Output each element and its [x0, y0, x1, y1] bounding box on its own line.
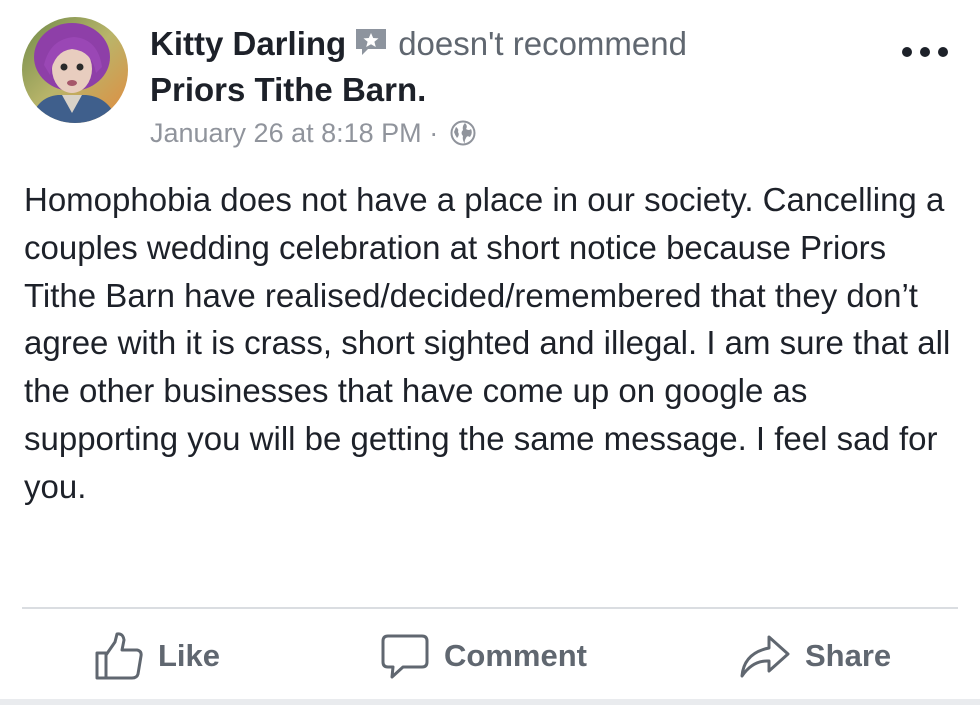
- more-options-icon[interactable]: [902, 42, 948, 62]
- post-meta: January 26 at 8:18 PM ·: [150, 116, 476, 154]
- share-button[interactable]: Share: [739, 626, 891, 686]
- more-dot: [920, 47, 930, 57]
- more-dot: [902, 47, 912, 57]
- recommendation-flag-icon: [354, 27, 388, 65]
- thumbs-up-icon: [94, 631, 144, 681]
- speech-bubble-icon: [380, 631, 430, 681]
- comment-button[interactable]: Comment: [380, 626, 587, 686]
- recommendation-status: doesn't recommend: [398, 25, 687, 62]
- author-name[interactable]: Kitty Darling: [150, 25, 346, 62]
- like-button[interactable]: Like: [94, 626, 220, 686]
- like-label: Like: [158, 638, 221, 673]
- post-body: Homophobia does not have a place in our …: [24, 181, 951, 505]
- divider: [22, 607, 958, 609]
- avatar[interactable]: [22, 17, 128, 123]
- share-label: Share: [805, 638, 892, 673]
- share-arrow-icon: [739, 631, 791, 681]
- post-header: Kitty Darling doesn't recommend: [150, 25, 687, 65]
- page-name-line: Priors Tithe Barn.: [150, 71, 426, 109]
- globe-icon[interactable]: [450, 120, 476, 154]
- comment-label: Comment: [444, 638, 587, 673]
- timestamp[interactable]: January 26 at 8:18 PM: [150, 118, 422, 148]
- facebook-post: Kitty Darling doesn't recommend Priors Ti…: [0, 0, 980, 705]
- meta-separator: ·: [429, 118, 439, 148]
- page-name-link[interactable]: Priors Tithe Barn.: [150, 71, 426, 108]
- bottom-separator: [0, 699, 980, 705]
- more-dot: [938, 47, 948, 57]
